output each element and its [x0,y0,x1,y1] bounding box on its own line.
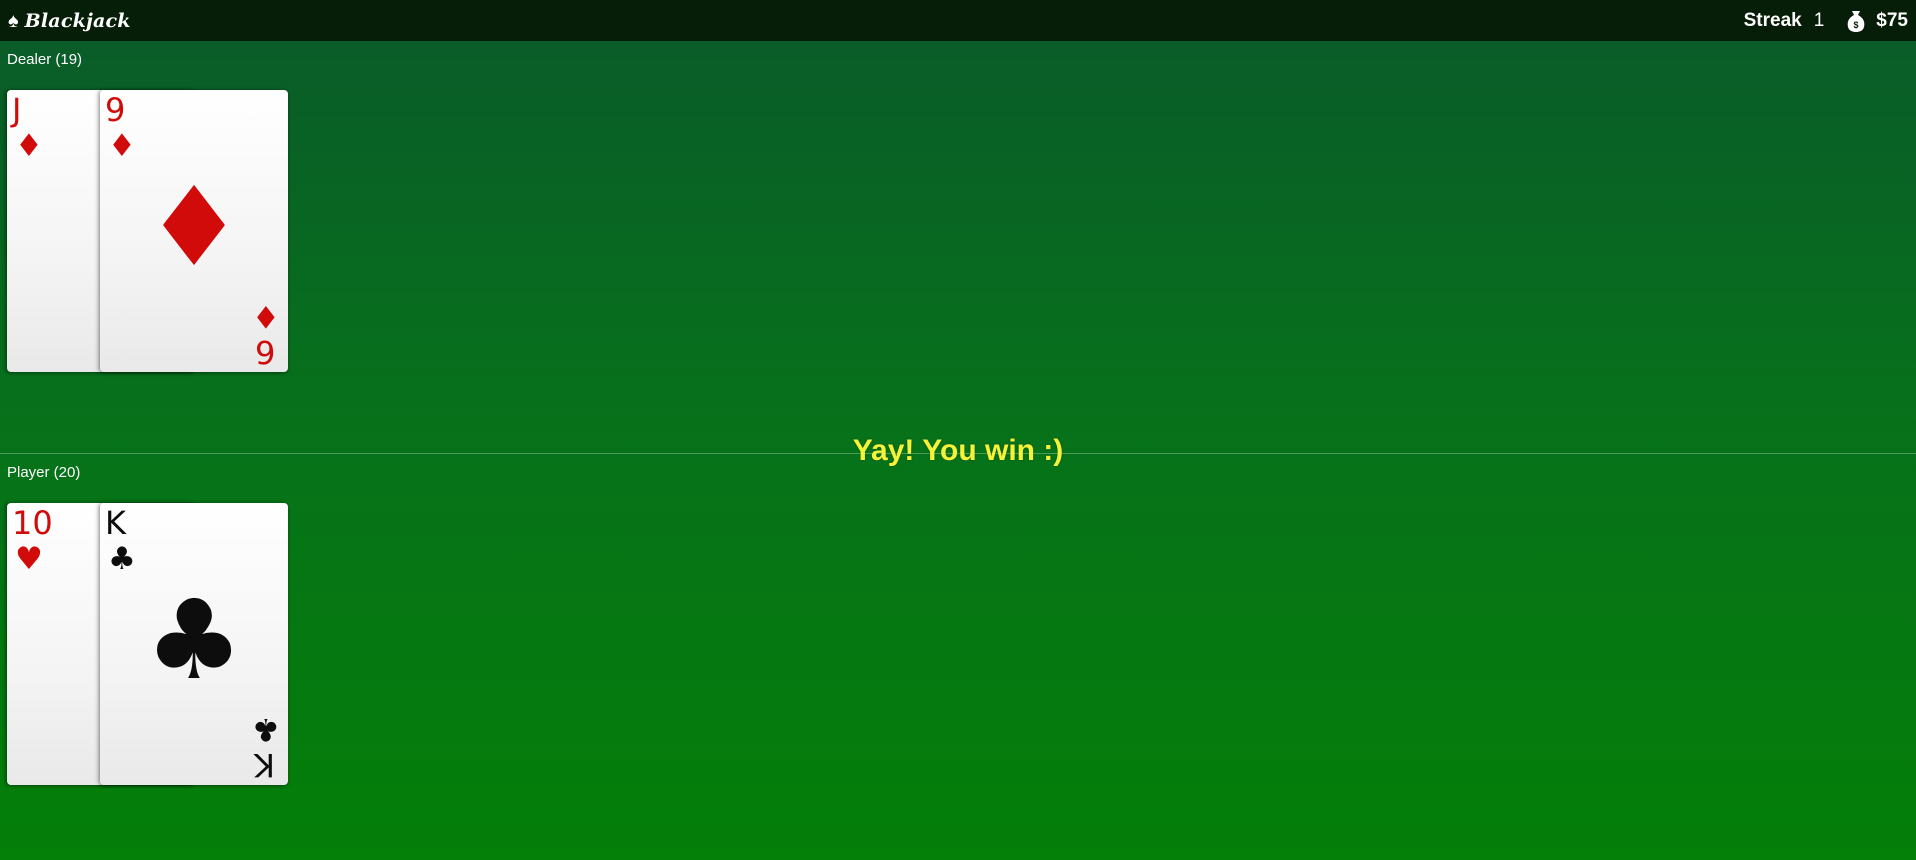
card-rank-bottom: K [254,746,275,784]
streak-label: Streak [1743,9,1802,31]
card-rank: 10 [12,504,53,542]
diamond-icon: ♦ [15,128,43,164]
diamond-icon: ♦ [144,163,244,291]
top-bar: ♠ Blackjack Streak 1 $ $75 [0,0,1916,41]
spade-icon: ♠ [8,9,19,32]
money-bag-icon: $ [1846,9,1866,33]
player-label: Player (20) [7,464,81,481]
card-rank: J [12,91,22,129]
result-message: Yay! You win :) [852,434,1064,467]
app-title: Blackjack [24,9,131,32]
streak-value: 1 [1813,9,1825,31]
heart-icon: ♥ [15,541,43,577]
card-rank-bottom: 6 [254,333,275,371]
diamond-icon: ♦ [108,128,136,164]
diamond-icon: ♦ [252,298,280,334]
club-icon: ♣ [252,711,280,747]
card-rank: K [105,504,126,542]
club-icon: ♣ [144,576,244,704]
svg-text:$: $ [1854,20,1859,30]
club-icon: ♣ [108,541,136,577]
brand[interactable]: ♠ Blackjack [8,10,131,32]
dealer-card-2: 9 ♦ ♦ ♦ 6 [100,90,288,372]
dealer-hand: J ♦ ♦ 9 ♦ ♦ ♦ 6 [7,90,289,372]
money-balance: $75 [1876,9,1908,31]
stats: Streak 1 $ $75 [1744,9,1908,33]
card-rank: 9 [105,91,126,129]
dealer-label: Dealer (19) [7,51,83,68]
player-hand: 10 ♥ ♥ K ♣ ♣ ♣ K [7,503,289,785]
player-card-2: K ♣ ♣ ♣ K [100,503,288,785]
